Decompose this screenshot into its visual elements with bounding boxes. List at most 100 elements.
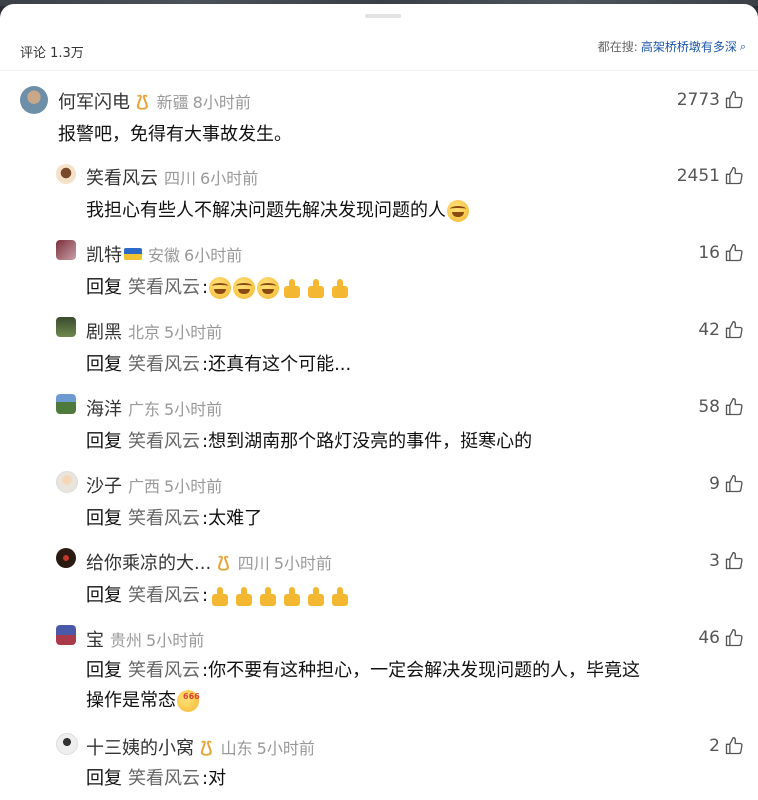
comment-text: 回复 笑看风云:你不要有这种担心，一定会解决发现问题的人，毕竟这 操作是常态: [86, 656, 746, 716]
avatar[interactable]: [56, 240, 76, 260]
comment-text: 我担心有些人不解决问题先解决发现问题的人: [86, 196, 470, 226]
comment-text: 回复 笑看风云:: [86, 581, 352, 611]
like-button[interactable]: 58: [698, 397, 744, 417]
avatar[interactable]: [56, 394, 76, 414]
commenter-location: 广东: [128, 400, 161, 419]
thumbs-up-emoji: [305, 277, 327, 299]
comment-body-line2: 操作是常态: [86, 690, 176, 711]
trending-search-link[interactable]: 都在搜: 高架桥桥墩有多深 ⌕: [598, 38, 746, 55]
commenter-name[interactable]: 海洋: [86, 395, 122, 421]
comment-meta: 海洋 广东 5小时前: [86, 395, 222, 421]
commenter-name[interactable]: 剧黑: [86, 318, 122, 344]
thumbs-up-emoji: [281, 585, 303, 607]
reply-label: 回复: [86, 585, 122, 606]
comment-time: 5小时前: [164, 477, 223, 496]
commenter-location: 山东: [220, 739, 253, 758]
commenter-location: 四川: [164, 169, 197, 188]
laugh-emoji: [233, 277, 256, 299]
like-count: 2: [709, 736, 720, 756]
like-button[interactable]: 46: [698, 628, 744, 648]
reply-mention[interactable]: 笑看风云: [128, 585, 200, 606]
reply-mention[interactable]: 笑看风云: [128, 277, 200, 298]
comment-text: 回复 笑看风云:对: [86, 764, 226, 794]
commenter-name[interactable]: 给你乘凉的大...: [86, 549, 211, 575]
reply-mention[interactable]: 笑看风云: [128, 768, 200, 789]
comment-text: 回复 笑看风云:: [86, 273, 352, 303]
thumbs-up-icon: [725, 90, 743, 109]
comment-meta: 何军闪电 ⟅⟆ 新疆 8小时前: [58, 88, 251, 114]
comment-time: 5小时前: [164, 323, 223, 342]
like-count: 2773: [676, 90, 720, 110]
thumbs-up-icon: [725, 628, 743, 647]
reply-mention[interactable]: 笑看风云: [128, 431, 200, 452]
comment-body: :对: [202, 768, 227, 789]
commenter-location: 北京: [128, 323, 161, 342]
reply-mention[interactable]: 笑看风云: [128, 508, 200, 529]
comment-body: :你不要有这种担心，一定会解决发现问题的人，毕竟这: [202, 660, 641, 681]
commenter-name[interactable]: 笑看风云: [86, 164, 158, 190]
comment-body: :太难了: [202, 508, 263, 529]
comment-count: 评论 1.3万: [20, 46, 84, 61]
avatar[interactable]: [20, 86, 48, 114]
comment-text: 回复 笑看风云:太难了: [86, 504, 262, 534]
header-divider: [0, 70, 758, 71]
laugh-emoji: [447, 200, 469, 222]
like-count: 16: [698, 243, 720, 263]
comment-meta: 笑看风云 四川 6小时前: [86, 164, 258, 190]
comment-body: :: [202, 585, 209, 606]
commenter-name[interactable]: 何军闪电: [58, 88, 130, 114]
reply-label: 回复: [86, 354, 122, 375]
commenter-name[interactable]: 沙子: [86, 472, 122, 498]
laugh-emoji: [209, 277, 232, 299]
comment-meta: 十三姨的小窝 ⟅⟆ 山东 5小时前: [86, 734, 315, 760]
trending-search-term[interactable]: 高架桥桥墩有多深: [641, 38, 737, 55]
thumbs-up-icon: [725, 736, 743, 755]
thumbs-up-icon: [725, 474, 743, 493]
reply-label: 回复: [86, 277, 122, 298]
comment-text: 回复 笑看风云:还真有这个可能...: [86, 350, 351, 380]
comment-meta: 凯特 安徽 6小时前: [86, 241, 242, 267]
reply-mention[interactable]: 笑看风云: [128, 660, 200, 681]
commenter-name[interactable]: 凯特: [86, 241, 122, 267]
commenter-location: 安徽: [148, 246, 181, 265]
like-count: 3: [709, 551, 720, 571]
reply-label: 回复: [86, 508, 122, 529]
commenter-location: 新疆: [156, 93, 189, 112]
fan-badge-icon: ⟅⟆: [136, 91, 149, 111]
comment-body: 报警吧，免得有大事故发生。: [58, 124, 292, 145]
thumbs-up-icon: [725, 397, 743, 416]
like-button[interactable]: 2773: [677, 90, 744, 110]
reply-mention[interactable]: 笑看风云: [128, 354, 200, 375]
thumbs-up-emoji: [329, 277, 351, 299]
thumbs-up-emoji: [305, 585, 327, 607]
666-emoji: [177, 682, 200, 712]
thumbs-up-emoji: [329, 585, 351, 607]
thumbs-up-icon: [725, 243, 743, 262]
sheet-drag-handle[interactable]: [365, 14, 401, 18]
search-icon: ⌕: [739, 39, 746, 53]
avatar[interactable]: [56, 317, 76, 337]
laugh-emoji: [257, 277, 280, 299]
like-button[interactable]: 42: [698, 320, 744, 340]
avatar[interactable]: [56, 548, 76, 568]
avatar[interactable]: [56, 733, 78, 755]
thumbs-up-icon: [725, 320, 743, 339]
commenter-name[interactable]: 十三姨的小窝: [86, 734, 194, 760]
thumbs-up-emoji: [233, 585, 255, 607]
ukraine-flag-icon: [124, 248, 142, 260]
comment-meta: 给你乘凉的大... ⟅⟆ 四川 5小时前: [86, 549, 332, 575]
thumbs-up-icon: [725, 551, 743, 570]
like-button[interactable]: 3: [709, 551, 744, 571]
commenter-location: 四川: [237, 554, 270, 573]
commenter-name[interactable]: 宝: [86, 626, 104, 652]
like-button[interactable]: 9: [709, 474, 744, 494]
avatar[interactable]: [56, 164, 76, 184]
like-button[interactable]: 2451: [677, 166, 744, 186]
reply-label: 回复: [86, 768, 122, 789]
avatar[interactable]: [56, 471, 78, 493]
like-count: 42: [698, 320, 720, 340]
avatar[interactable]: [56, 625, 76, 645]
like-button[interactable]: 2: [709, 736, 744, 756]
like-button[interactable]: 16: [698, 243, 744, 263]
comment-body: :还真有这个可能...: [202, 354, 352, 375]
